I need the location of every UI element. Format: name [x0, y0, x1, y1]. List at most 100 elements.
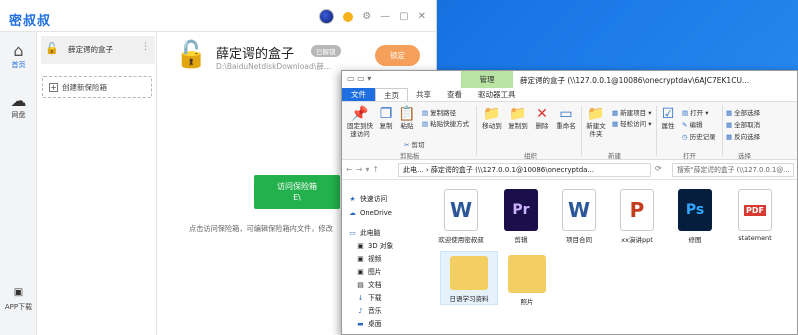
tab-manage[interactable]: 管理 [461, 71, 513, 88]
download-icon: ↓ [357, 294, 364, 302]
nav-item-onedrive[interactable]: ☁ OneDrive [348, 209, 392, 217]
minimize-icon[interactable]: — [380, 11, 390, 22]
select-none-button[interactable]: ▦ 全部取消 [726, 119, 760, 129]
nav-item-3d-objects[interactable]: ▣ 3D 对象 [356, 240, 393, 250]
picture-icon: ▣ [357, 268, 364, 276]
app-download-icon: ▣ [13, 287, 24, 298]
nav-item-downloads[interactable]: ↓ 下载 [356, 292, 382, 302]
address-bar[interactable]: 此电... › 薛定谔的盒子 (\\127.0.0.1@10086\onecry… [398, 163, 651, 177]
copy-icon: ❐ [379, 106, 393, 122]
more-icon[interactable]: ⋮ [141, 42, 150, 52]
status-badge: 已解锁 [311, 45, 341, 57]
copy-button[interactable]: ❐ 复制 [376, 106, 396, 130]
file-item[interactable]: PDF statement [726, 189, 784, 242]
edit-button[interactable]: ✎ 编辑 [682, 119, 702, 129]
computer-icon: ▭ [349, 229, 356, 237]
vault-list-item[interactable]: 🔓 薛定谔的盒子 ⋮ [41, 36, 155, 64]
history-icon: ◷ [682, 133, 688, 141]
rail-label: 首页 [11, 61, 26, 69]
scissors-icon: ✂ [404, 141, 410, 149]
divider [722, 106, 723, 156]
quick-access-toolbar[interactable]: ▭ ▭ ▾ [347, 74, 371, 83]
word-file-icon: W [562, 189, 596, 231]
move-to-button[interactable]: 📁 移动到 [480, 106, 504, 130]
create-vault-button[interactable]: + 创建新保险箱 [42, 76, 152, 98]
file-item[interactable]: Ps 修图 [666, 189, 724, 244]
rail-item-home[interactable]: ⌂ 首页 [0, 42, 37, 70]
nav-item-pictures[interactable]: ▣ 图片 [356, 266, 381, 276]
notification-icon[interactable] [343, 11, 354, 22]
file-item[interactable]: W 项目合同 [550, 189, 608, 244]
maximize-icon[interactable]: ▢ [399, 11, 408, 22]
shortcut-icon: ▤ [422, 120, 429, 128]
folder-item[interactable]: 照片 [498, 251, 556, 306]
nav-item-desktop[interactable]: ▬ 桌面 [356, 318, 381, 328]
divider [656, 106, 657, 156]
copy-path-button[interactable]: ▤ 复制路径 [422, 107, 456, 117]
cloud-icon: ☁ [10, 91, 27, 110]
move-icon: 📁 [483, 106, 501, 122]
group-organize: 组织 [524, 152, 537, 160]
select-all-icon: ▦ [726, 109, 733, 117]
properties-icon: ☑ [661, 106, 675, 122]
delete-button[interactable]: ✕ 删除 [532, 106, 552, 130]
nav-arrows[interactable]: ←→▾↑ [346, 165, 382, 174]
nav-item-music[interactable]: ♪ 音乐 [356, 305, 381, 315]
pin-icon: 📌 [351, 106, 369, 122]
rename-button[interactable]: ▭ 重命名 [554, 106, 578, 130]
copy-to-button[interactable]: 📁 复制到 [506, 106, 530, 130]
open-button[interactable]: ▤ 打开 ▾ [682, 107, 709, 117]
cut-button[interactable]: ✂ 剪切 [404, 139, 424, 149]
rail-item-netdisk[interactable]: ☁ 网盘 [0, 92, 37, 120]
history-button[interactable]: ◷ 历史记录 [682, 131, 716, 141]
new-folder-button[interactable]: 📁 新建文件夹 [584, 106, 608, 138]
paste-shortcut-button[interactable]: ▤ 粘贴快捷方式 [422, 118, 469, 128]
folder-item[interactable]: 日语学习资料 [440, 251, 498, 305]
nav-item-videos[interactable]: ▣ 视频 [356, 253, 381, 263]
nav-item-documents[interactable]: ▤ 文档 [356, 279, 381, 289]
copy-path-icon: ▤ [422, 109, 429, 117]
folder-name: 照片 [520, 298, 534, 306]
left-rail: ⌂ 首页 ☁ 网盘 ▣ APP下载 [0, 32, 37, 335]
visit-vault-label: 访问保险箱 [277, 182, 317, 191]
file-item[interactable]: P xx演讲ppt [608, 189, 666, 244]
visit-vault-button[interactable]: 访问保险箱 E\ [254, 175, 340, 209]
vault-list-panel: 🔓 薛定谔的盒子 ⋮ + 创建新保险箱 [37, 32, 157, 335]
vault-path: D:\BaiduNetdiskDownload\薛... [216, 62, 331, 71]
new-item-icon: ▦ [612, 109, 619, 117]
open-icon: ▤ [682, 109, 689, 117]
close-icon[interactable]: ✕ [418, 11, 426, 22]
paste-button[interactable]: 📋 粘贴 [397, 106, 417, 130]
nav-item-this-pc[interactable]: ▭ 此电脑 [348, 227, 380, 237]
document-icon: ▤ [357, 281, 364, 289]
explorer-title-bar: ▭ ▭ ▾ 管理 薛定谔的盒子 (\\127.0.0.1@10086\onecr… [342, 71, 797, 88]
tab-view[interactable]: 查看 [439, 88, 470, 101]
pin-quick-access-button[interactable]: 📌 固定到快速访问 [345, 106, 375, 138]
explorer-title: 薛定谔的盒子 (\\127.0.0.1@10086\onecryptdav\6A… [520, 76, 750, 85]
search-input[interactable]: 搜索"薛定谔的盒子 (\\127.0.0.1@... [672, 163, 794, 177]
delete-icon: ✕ [536, 106, 548, 122]
rail-item-app-download[interactable]: ▣ APP下载 [0, 284, 37, 312]
divider [581, 106, 582, 156]
properties-button[interactable]: ☑ 属性 [658, 106, 678, 130]
invert-selection-button[interactable]: ▦ 反向选择 [726, 131, 760, 141]
lock-button[interactable]: 锁定 [375, 45, 420, 66]
tab-file[interactable]: 文件 [342, 88, 375, 101]
file-item[interactable]: W 欢迎使用密叔叔 [432, 189, 490, 244]
file-item[interactable]: Pr 剪辑 [492, 189, 550, 244]
avatar[interactable] [319, 9, 335, 24]
nav-item-quick-access[interactable]: ★ 快速访问 [348, 193, 387, 203]
tab-home[interactable]: 主页 [375, 88, 408, 101]
new-item-button[interactable]: ▦ 新建项目 ▾ [612, 107, 652, 117]
select-all-button[interactable]: ▦ 全部选择 [726, 107, 760, 117]
ribbon-tabs: 文件 主页 共享 查看 驱动器工具 [342, 88, 797, 102]
desktop-icon: ▬ [357, 320, 364, 328]
visit-drive-label: E\ [293, 193, 301, 202]
easy-access-button[interactable]: ▦ 轻松访问 ▾ [612, 118, 652, 128]
settings-icon[interactable]: ⚙ [362, 11, 371, 22]
edit-icon: ✎ [682, 121, 688, 129]
tab-drive-tools[interactable]: 驱动器工具 [470, 88, 524, 101]
unlock-icon: 🔓 [175, 40, 208, 70]
refresh-icon[interactable]: ⟳ [655, 164, 662, 173]
tab-share[interactable]: 共享 [408, 88, 439, 101]
